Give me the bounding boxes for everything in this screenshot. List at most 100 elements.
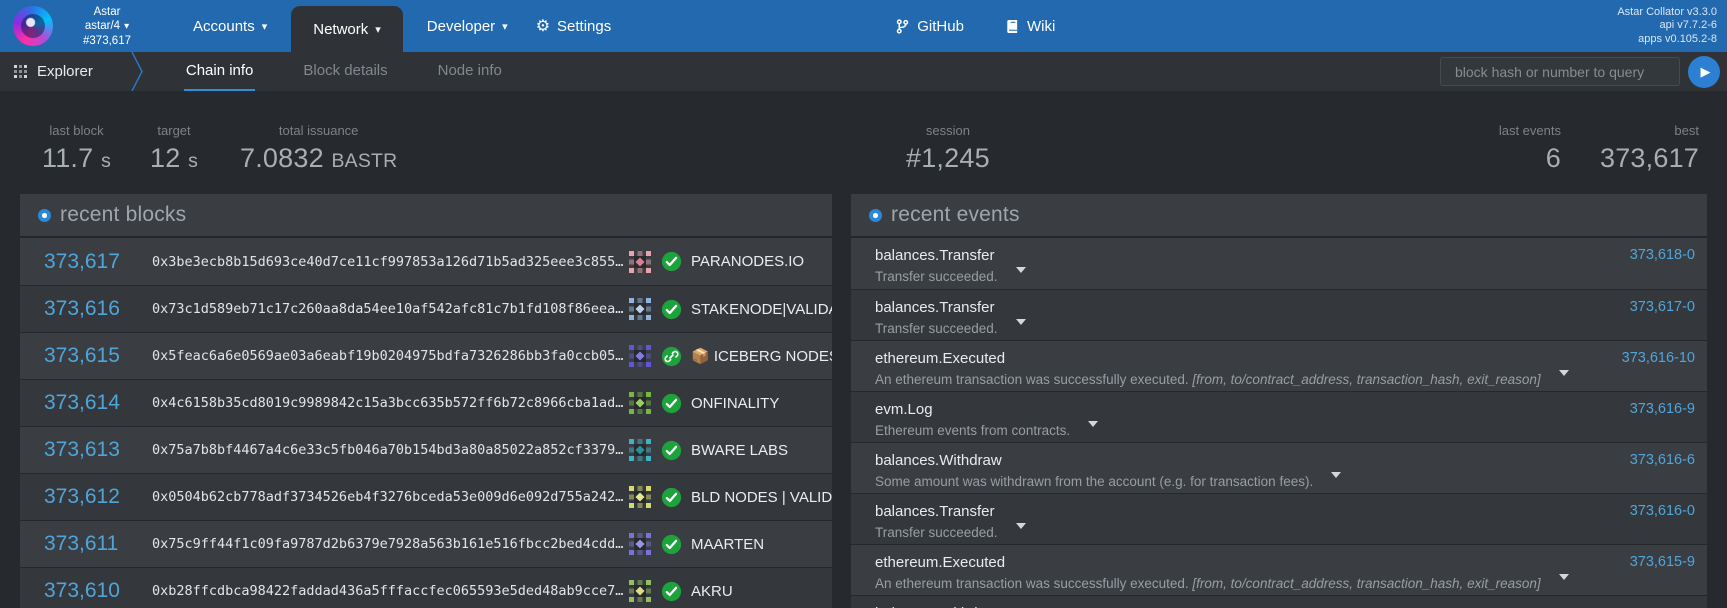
validator-name[interactable]: 📦 ICEBERG NODES 📦 (691, 347, 832, 365)
block-row: 373,6130x75a7b8bf4467a4c6e33c5fb046a70b1… (20, 426, 832, 473)
event-block-index-link[interactable]: 373,616-0 (1630, 503, 1695, 519)
chain-selector[interactable]: Astar astar/4▾ #373,617 (65, 5, 149, 48)
explorer-tabs: Chain info Block details Node info (184, 52, 504, 91)
tab-chain-info[interactable]: Chain info (184, 52, 256, 91)
expand-caret-icon[interactable] (1088, 421, 1098, 427)
stat-last-events: last events 6 (1499, 123, 1561, 174)
chevron-down-icon: ▾ (375, 23, 381, 36)
event-block-index-link[interactable]: 373,616-6 (1630, 452, 1695, 468)
validator-name[interactable]: ONFINALITY (691, 395, 779, 412)
validator-identicon-icon (628, 438, 652, 462)
tab-node-info[interactable]: Node info (436, 52, 504, 91)
event-block-index-link[interactable]: 373,617-0 (1630, 299, 1695, 315)
menubar: Astar astar/4▾ #373,617 Accounts▾ Networ… (0, 0, 1727, 52)
block-number-link[interactable]: 373,611 (20, 532, 132, 556)
stat-session: session #1,245 (906, 123, 990, 174)
git-branch-icon (896, 19, 909, 34)
breadcrumb-chevron-icon (131, 52, 144, 91)
block-author: BWARE LABS (628, 438, 832, 462)
event-name: balances.Transfer (875, 298, 1693, 317)
validator-identicon-icon (628, 391, 652, 415)
event-description: Transfer succeeded. (875, 319, 1693, 338)
block-number-link[interactable]: 373,615 (20, 344, 132, 368)
chain-name: Astar (65, 5, 149, 19)
validator-name[interactable]: PARANODES.IO (691, 253, 804, 270)
search-submit-button[interactable]: ▶ (1688, 56, 1720, 88)
verified-check-icon (661, 251, 682, 272)
expand-caret-icon[interactable] (1016, 319, 1026, 325)
event-row: balances.WithdrawSome amount was withdra… (851, 595, 1707, 608)
github-link[interactable]: GitHub (896, 18, 964, 35)
nav-developer[interactable]: Developer▾ (423, 0, 512, 52)
block-row: 373,610 0xb28ffcdbca98422faddad436a5fffac… (20, 567, 832, 608)
validator-identicon-icon (628, 485, 652, 509)
tabbar: Explorer Chain info Block details Node i… (0, 52, 1727, 91)
block-number-link[interactable]: 373,612 (20, 485, 132, 509)
block-number-link[interactable]: 373,613 (20, 438, 132, 462)
chain-best-block: #373,617 (65, 34, 149, 48)
event-description: Transfer succeeded. (875, 267, 1693, 286)
block-search: ▶ (1440, 56, 1727, 88)
nav-accounts[interactable]: Accounts▾ (189, 0, 271, 52)
event-block-index-link[interactable]: 373,616-9 (1630, 401, 1695, 417)
event-row: balances.WithdrawSome amount was withdra… (851, 442, 1707, 493)
version-info: Astar Collator v3.3.0 api v7.7.2-6 apps … (1617, 6, 1727, 47)
validator-identicon-icon (628, 250, 652, 274)
validator-name[interactable]: AKRU (691, 583, 733, 600)
block-hash: 0x75c9ff44f1c09fa9787d2b6379e7928a563b16… (152, 536, 628, 552)
event-block-index-link[interactable]: 373,618-0 (1630, 247, 1695, 263)
event-description: Transfer succeeded. (875, 523, 1693, 542)
event-block-index-link[interactable]: 373,615-9 (1630, 554, 1695, 570)
verified-check-icon (661, 581, 682, 602)
expand-caret-icon[interactable] (1559, 574, 1569, 580)
tab-block-details[interactable]: Block details (301, 52, 389, 91)
block-number-link[interactable]: 373,614 (20, 391, 132, 415)
block-author: STAKENODE|VALIDATO (628, 297, 832, 321)
block-author: 📦 ICEBERG NODES 📦 (628, 344, 832, 368)
event-row: balances.Transfer Transfer succeeded. 373,… (851, 289, 1707, 340)
block-search-input[interactable] (1440, 57, 1680, 86)
event-description: An ethereum transaction was successfully… (875, 370, 1693, 389)
wiki-link[interactable]: Wiki (1006, 18, 1055, 35)
validator-name[interactable]: BLD NODES | VALIDATO (691, 489, 832, 506)
stat-target: target 12 s (150, 123, 198, 174)
expand-caret-icon[interactable] (1016, 267, 1026, 273)
expand-caret-icon[interactable] (1331, 472, 1341, 478)
event-name: balances.Transfer (875, 502, 1693, 521)
expand-caret-icon[interactable] (1559, 370, 1569, 376)
expand-caret-icon[interactable] (1016, 523, 1026, 529)
validator-name[interactable]: MAARTEN (691, 536, 764, 553)
block-hash: 0xb28ffcdbca98422faddad436a5fffaccfec065… (152, 583, 628, 599)
section-title: Explorer (37, 63, 93, 80)
block-author: PARANODES.IO (628, 250, 832, 274)
block-row: 373,615 0x5feac6a6e0569ae03a6eabf19b02049… (20, 332, 832, 379)
block-number-link[interactable]: 373,616 (20, 297, 132, 321)
block-row: 373,6170x3be3ecb8b15d693ce40d7ce11cf9978… (20, 238, 832, 285)
nav-settings[interactable]: ⚙Settings (532, 0, 616, 52)
event-name: ethereum.Executed (875, 553, 1693, 572)
nav-network[interactable]: Network▾ (291, 6, 403, 52)
chain-spec: astar/4 (85, 20, 120, 32)
panel-title: recent blocks (60, 203, 186, 227)
recent-blocks-list: 373,6170x3be3ecb8b15d693ce40d7ce11cf9978… (20, 238, 832, 608)
block-number-link[interactable]: 373,617 (20, 250, 132, 274)
event-name: balances.Withdraw (875, 451, 1693, 470)
stat-total-issuance: total issuance 7.0832 BASTR (240, 123, 397, 174)
block-author: ONFINALITY (628, 391, 832, 415)
event-row: balances.TransferTransfer succeeded.373,… (851, 238, 1707, 289)
block-hash: 0x5feac6a6e0569ae03a6eabf19b0204975bdfa7… (152, 348, 628, 364)
event-row: balances.Transfer Transfer succeeded. 373,… (851, 493, 1707, 544)
event-name: ethereum.Executed (875, 349, 1693, 368)
block-hash: 0x4c6158b35cd8019c9989842c15a3bcc635b572… (152, 395, 628, 411)
block-number-link[interactable]: 373,610 (20, 579, 132, 603)
verified-check-icon (661, 487, 682, 508)
chevron-down-icon: ▾ (262, 20, 268, 33)
validator-name[interactable]: BWARE LABS (691, 442, 788, 459)
validator-name[interactable]: STAKENODE|VALIDATO (691, 301, 832, 318)
external-links: GitHub Wiki (896, 18, 1055, 35)
recent-events-header: recent events (851, 194, 1707, 238)
event-block-index-link[interactable]: 373,616-10 (1622, 350, 1695, 366)
recent-events-list: balances.Transfer Transfer succeeded. 373,… (851, 238, 1707, 608)
recent-blocks-header: recent blocks (20, 194, 832, 238)
stat-last-block: last block 11.7 s (42, 123, 111, 174)
